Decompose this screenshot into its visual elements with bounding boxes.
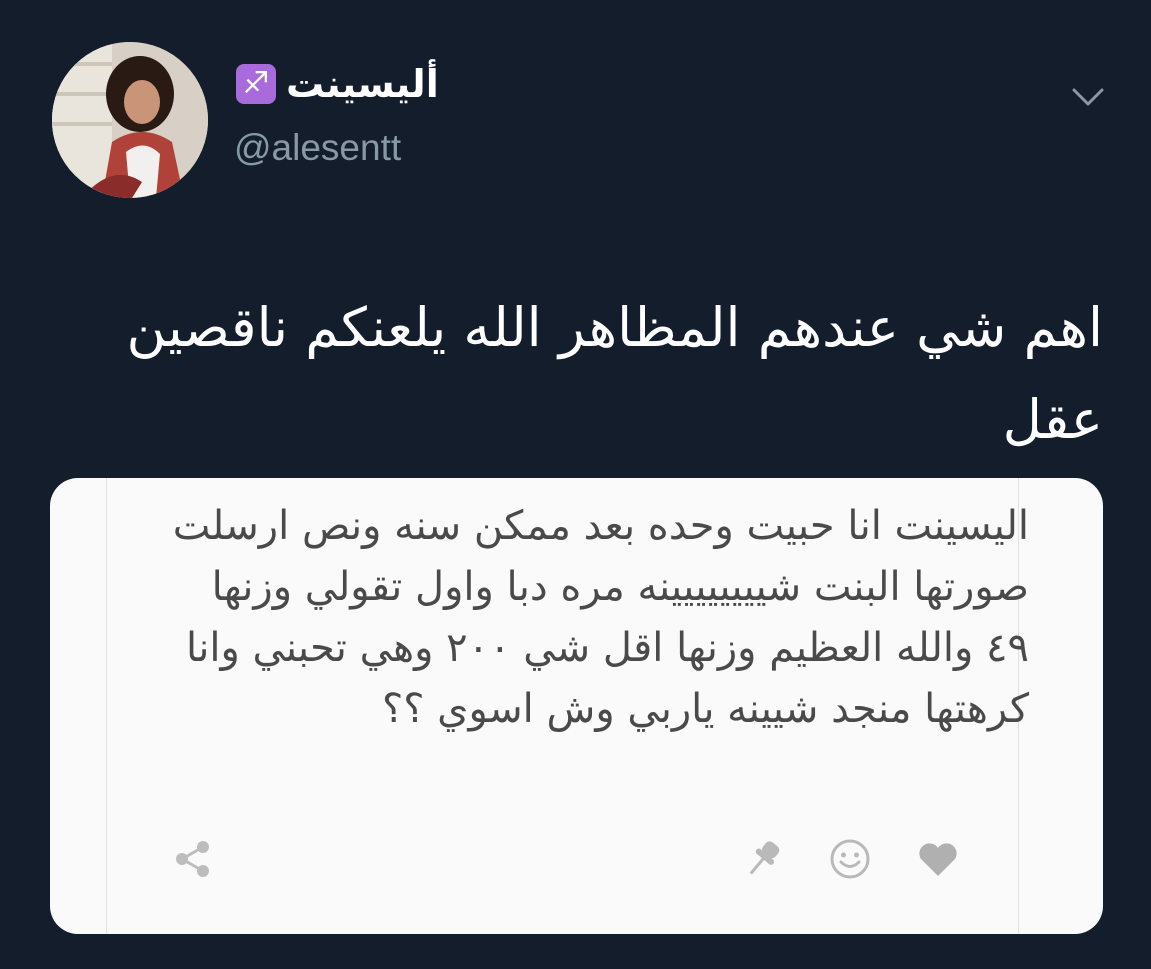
smile-icon[interactable] [827,836,873,882]
avatar-photo [52,42,208,198]
name-row: ♐ أليسينت [236,62,439,106]
heart-icon[interactable] [915,836,961,882]
user-handle[interactable]: @alesentt [234,127,401,169]
chevron-down-icon[interactable] [1068,76,1108,116]
embedded-post-card[interactable]: اليسينت انا حبيت وحده بعد ممكن سنه ونص ا… [50,478,1103,934]
zodiac-badge: ♐ [236,64,276,104]
post-actions [50,836,1103,882]
tweet-text: اهم شي عندهم المظاهر الله يلعنكم ناقصين … [126,296,1103,451]
pin-icon[interactable] [740,836,786,882]
display-name[interactable]: أليسينت [286,62,439,106]
avatar[interactable] [52,42,208,198]
tweet: ♐ أليسينت @alesentt اهم شي عندهم المظاهر… [0,0,1151,969]
share-icon[interactable] [170,836,216,882]
embedded-post-text: اليسينت انا حبيت وحده بعد ممكن سنه ونص ا… [172,503,1029,732]
